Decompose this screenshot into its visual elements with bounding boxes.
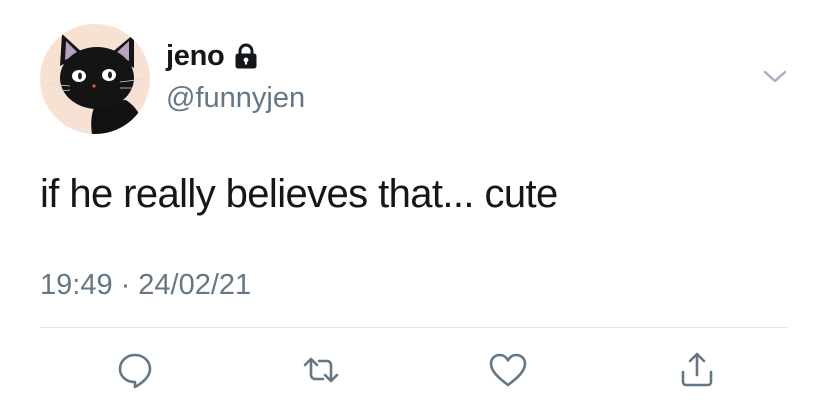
avatar[interactable] [40, 24, 150, 134]
tweet-time: 19:49 [40, 269, 113, 301]
heart-icon [489, 353, 527, 387]
like-button[interactable] [488, 350, 528, 390]
speech-bubble-icon [118, 353, 152, 389]
tweet-timestamp[interactable]: 19:49 · 24/02/21 [40, 267, 251, 303]
meta-separator: · [120, 269, 131, 301]
black-cat-avatar-image [47, 34, 145, 134]
divider [40, 327, 788, 328]
tweet-date: 24/02/21 [138, 269, 252, 301]
share-icon [681, 352, 713, 387]
reply-button[interactable] [115, 350, 155, 390]
author-handle[interactable]: @funnyjen [166, 80, 305, 116]
retweet-icon [303, 357, 339, 383]
retweet-button[interactable] [301, 350, 341, 390]
display-name[interactable]: jeno [166, 38, 225, 74]
chevron-down-icon[interactable] [762, 66, 788, 86]
lock-icon [233, 42, 259, 70]
share-button[interactable] [677, 350, 717, 390]
author-name-row[interactable]: jeno [166, 38, 259, 74]
tweet-text: if he really believes that... cute [40, 172, 558, 216]
